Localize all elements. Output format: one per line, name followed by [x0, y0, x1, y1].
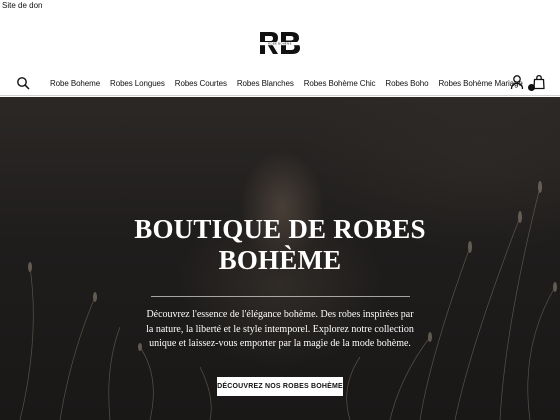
nav-item-robes-blanches[interactable]: Robes Blanches	[237, 79, 294, 88]
discover-robes-button[interactable]: DÉCOUVREZ NOS ROBES BOHÈME	[217, 377, 343, 396]
nav-item-robes-boho[interactable]: Robes Boho	[385, 79, 428, 88]
search-icon[interactable]	[16, 76, 30, 90]
nav-actions	[510, 74, 546, 91]
nav-item-robe-boheme[interactable]: Robe Boheme	[50, 79, 100, 88]
hero-description: Découvrez l'essence de l'élégance bohème…	[146, 309, 414, 349]
main-navigation: Robe Boheme Robes Longues Robes Courtes …	[0, 70, 560, 96]
hero-title: BOUTIQUE DE ROBES BOHÈME	[134, 214, 426, 275]
site-logo[interactable]: ROBE BOHÈME	[258, 30, 302, 56]
nav-item-robes-courtes[interactable]: Robes Courtes	[175, 79, 227, 88]
nav-menu: Robe Boheme Robes Longues Robes Courtes …	[50, 70, 523, 96]
cart-count-badge	[528, 84, 535, 91]
cart-icon[interactable]	[528, 74, 546, 91]
nav-item-robes-boheme-chic[interactable]: Robes Bohème Chic	[304, 79, 376, 88]
nav-item-robes-longues[interactable]: Robes Longues	[110, 79, 165, 88]
donation-site-link[interactable]: Site de don	[2, 1, 42, 10]
hero-banner: BOUTIQUE DE ROBES BOHÈME Découvrez l'ess…	[0, 97, 560, 420]
account-icon[interactable]	[510, 74, 524, 90]
logo-icon: ROBE BOHÈME	[258, 32, 302, 54]
hero-divider	[151, 296, 410, 297]
top-bar: Site de don	[0, 0, 560, 14]
